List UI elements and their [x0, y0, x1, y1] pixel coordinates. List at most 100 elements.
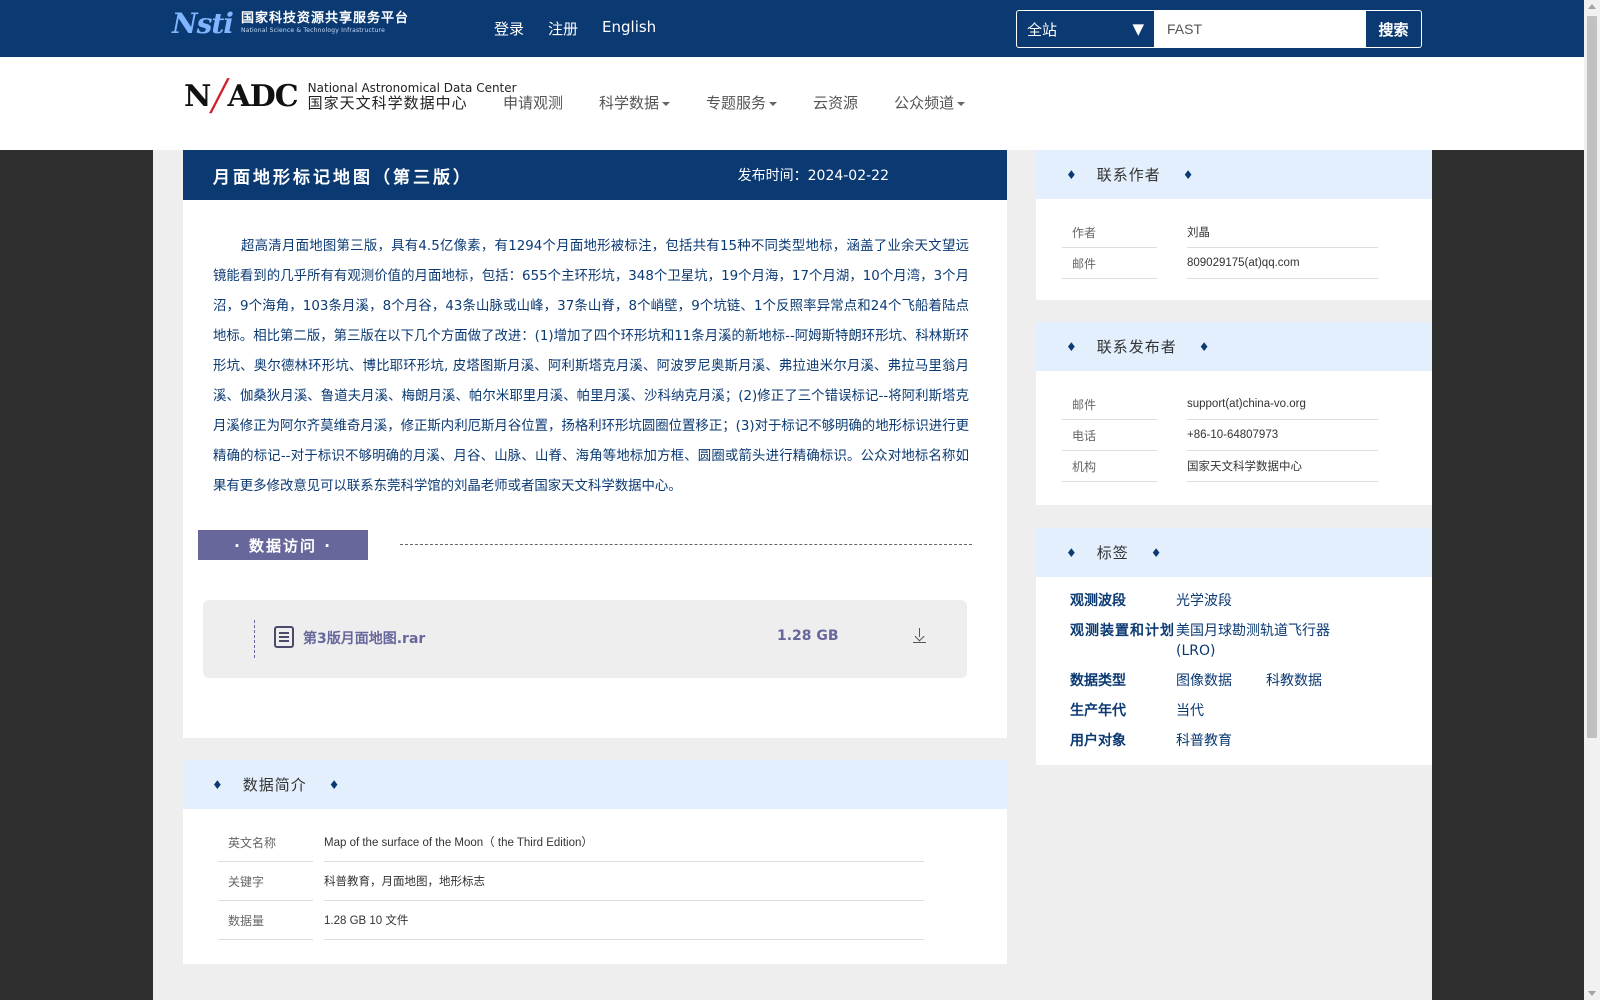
nav-item-cloud-resources[interactable]: 云资源	[813, 92, 858, 113]
divider	[400, 544, 972, 545]
contact-publisher-table: 邮件 support(at)china-vo.org 电话 +86-10-648…	[1062, 389, 1378, 482]
file-icon	[274, 626, 294, 648]
row-key: 数据量	[218, 901, 313, 940]
dropdown-triangle-icon: ▼	[1132, 20, 1144, 38]
login-link[interactable]: 登录	[494, 18, 524, 39]
search-button[interactable]: 搜索	[1365, 11, 1421, 47]
diamond-icon: ♦	[1066, 339, 1077, 354]
row-value[interactable]: support(at)china-vo.org	[1187, 389, 1378, 420]
scroll-down-arrow-icon[interactable]	[1588, 991, 1596, 996]
row-key: 作者	[1062, 217, 1157, 248]
tag-key: 数据类型	[1070, 673, 1126, 689]
tag-link[interactable]: 科普教育	[1176, 731, 1232, 751]
search-bar: 全站 ▼ 搜索	[1016, 10, 1422, 48]
tag-row: 生产年代 当代	[1070, 701, 1432, 721]
publish-date: 发布时间：2024-02-22	[737, 168, 889, 184]
data-intro-table: 英文名称 Map of the surface of the Moon（ the…	[218, 823, 924, 940]
diamond-icon: ♦	[212, 777, 223, 792]
diamond-icon: ♦	[328, 777, 340, 792]
contact-publisher-title: 联系发布者	[1096, 338, 1177, 356]
nsti-logo-mark: Nsti	[172, 6, 234, 40]
chevron-down-icon	[662, 101, 671, 106]
diamond-icon: ♦	[1066, 545, 1077, 560]
table-row: 数据量 1.28 GB 10 文件	[218, 901, 924, 940]
data-access-label: · 数据访问 ·	[198, 530, 368, 560]
nav-item-science-data[interactable]: 科学数据	[599, 92, 671, 113]
tag-row: 用户对象 科普教育	[1070, 731, 1432, 751]
row-key: 关键字	[218, 862, 313, 901]
tag-link[interactable]: 当代	[1176, 701, 1204, 721]
file-name-link[interactable]: 第3版月面地图.rar	[303, 628, 425, 648]
top-links: 登录 注册 English	[494, 18, 656, 39]
file-row[interactable]: 第3版月面地图.rar 1.28 GB	[203, 600, 967, 678]
nav-item-special-services[interactable]: 专题服务	[706, 92, 778, 113]
divider	[254, 620, 255, 658]
english-link[interactable]: English	[602, 18, 656, 39]
contact-author-table: 作者 刘晶 邮件 809029175(at)qq.com	[1062, 217, 1378, 279]
row-key: 英文名称	[218, 823, 313, 862]
contact-author-title: 联系作者	[1096, 166, 1161, 184]
search-scope-select[interactable]: 全站 ▼	[1017, 11, 1155, 47]
row-value: 刘晶	[1187, 217, 1378, 248]
row-key: 邮件	[1062, 248, 1157, 279]
search-input[interactable]	[1155, 11, 1365, 47]
contact-publisher-panel: ♦ 联系发布者 ♦ 邮件 support(at)china-vo.org 电话 …	[1036, 322, 1432, 505]
download-icon[interactable]	[913, 628, 927, 644]
row-value: 1.28 GB 10 文件	[324, 901, 924, 940]
scrollbar-thumb[interactable]	[1587, 16, 1597, 738]
tag-key: 用户对象	[1070, 733, 1126, 749]
table-row: 关键字 科普教育，月面地图，地形标志	[218, 862, 924, 901]
tag-link[interactable]: 光学波段	[1176, 591, 1232, 611]
nav-item-apply-observation[interactable]: 申请观测	[503, 92, 563, 113]
top-bar: Nsti 国家科技资源共享服务平台 National Science & Tec…	[0, 0, 1584, 57]
tag-key: 观测波段	[1070, 593, 1126, 609]
tag-link[interactable]: 科教数据	[1266, 671, 1322, 691]
diamond-icon: ♦	[1198, 339, 1210, 354]
tag-row: 观测装置和计划 美国月球勘测轨道飞行器(LRO)	[1070, 621, 1432, 661]
page-scrollbar[interactable]	[1584, 0, 1600, 1000]
row-value: 国家天文科学数据中心	[1187, 451, 1378, 482]
contact-publisher-header: ♦ 联系发布者 ♦	[1036, 322, 1432, 371]
table-row: 邮件 809029175(at)qq.com	[1062, 248, 1378, 279]
data-intro-header: ♦ 数据简介 ♦	[183, 760, 1007, 809]
tag-link[interactable]: 美国月球勘测轨道飞行器(LRO)	[1176, 621, 1336, 661]
search-scope-value: 全站	[1027, 20, 1058, 39]
table-row: 电话 +86-10-64807973	[1062, 420, 1378, 451]
table-row: 英文名称 Map of the surface of the Moon（ the…	[218, 823, 924, 862]
dataset-title: 月面地形标记地图（第三版）	[213, 167, 473, 188]
tags-list: 观测波段 光学波段 观测装置和计划 美国月球勘测轨道飞行器(LRO) 数据类型 …	[1036, 577, 1432, 751]
nadc-logo-cn: 国家天文科学数据中心	[307, 93, 468, 112]
tags-panel: ♦ 标签 ♦ 观测波段 光学波段 观测装置和计划 美国月球勘测轨道飞行器(LRO…	[1036, 528, 1432, 765]
main-nav-menu: 申请观测 科学数据 专题服务 云资源 公众频道	[503, 92, 966, 113]
tags-header: ♦ 标签 ♦	[1036, 528, 1432, 577]
contact-author-panel: ♦ 联系作者 ♦ 作者 刘晶 邮件 809029175(at)qq.com	[1036, 150, 1432, 300]
row-key: 邮件	[1062, 389, 1157, 420]
tag-link[interactable]: 图像数据	[1176, 671, 1232, 691]
nav-item-public-channel[interactable]: 公众频道	[894, 92, 966, 113]
data-intro-title: 数据简介	[242, 776, 307, 794]
row-value[interactable]: 809029175(at)qq.com	[1187, 248, 1378, 279]
tag-key: 生产年代	[1070, 703, 1126, 719]
chevron-down-icon	[769, 101, 778, 106]
tag-key: 观测装置和计划	[1070, 623, 1175, 639]
row-key: 电话	[1062, 420, 1157, 451]
file-size: 1.28 GB	[777, 628, 839, 644]
nadc-logo-mark: N╱ADC	[184, 79, 299, 114]
row-value: +86-10-64807973	[1187, 420, 1378, 451]
nadc-logo[interactable]: N╱ADC National Astronomical Data Center …	[184, 79, 517, 114]
table-row: 作者 刘晶	[1062, 217, 1378, 248]
scroll-up-arrow-icon[interactable]	[1588, 4, 1596, 9]
nsti-logo-en: National Science & Technology Infrastruc…	[240, 27, 385, 34]
row-key: 机构	[1062, 451, 1157, 482]
tags-title: 标签	[1096, 544, 1129, 562]
row-value: Map of the surface of the Moon（ the Thir…	[324, 823, 924, 862]
data-access-header: · 数据访问 ·	[198, 530, 972, 560]
register-link[interactable]: 注册	[548, 18, 578, 39]
main-navbar: N╱ADC National Astronomical Data Center …	[0, 57, 1584, 150]
diamond-icon: ♦	[1182, 167, 1194, 182]
dataset-description: 超高清月面地图第三版，具有4.5亿像素，有1294个月面地形被标注，包括共有15…	[213, 239, 969, 494]
nsti-logo[interactable]: Nsti 国家科技资源共享服务平台 National Science & Tec…	[172, 6, 409, 40]
chevron-down-icon	[957, 101, 966, 106]
table-row: 邮件 support(at)china-vo.org	[1062, 389, 1378, 420]
diamond-icon: ♦	[1066, 167, 1077, 182]
